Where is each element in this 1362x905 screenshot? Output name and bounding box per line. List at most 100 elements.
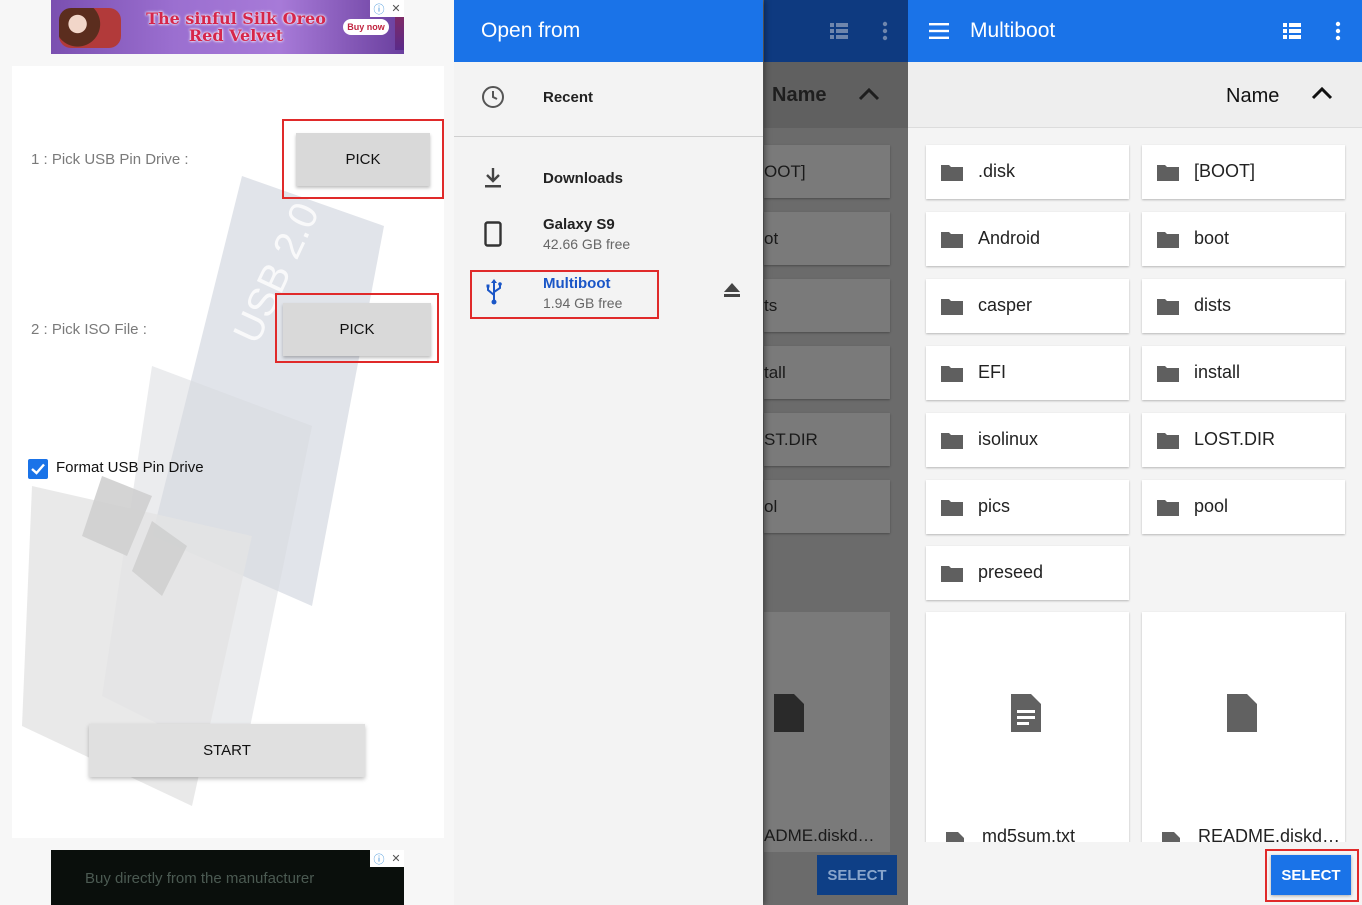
top-ad-banner[interactable]: The sinful Silk Oreo Red Velvet Buy now … [51, 0, 404, 54]
bottom-ad-text: Buy directly from the manufacturer [85, 870, 315, 887]
highlight-pick-usb [282, 119, 444, 199]
dimmed-file-name: ADME.diskd… [764, 826, 875, 845]
folder-name: casper [978, 295, 1033, 315]
eject-icon[interactable] [724, 283, 740, 297]
folder-icon [941, 566, 963, 582]
app-card: USB 2.0 1 : Pick USB Pin Drive : PICK 2 … [12, 66, 444, 838]
folder-item[interactable]: casper [926, 279, 1129, 333]
folder-name: LOST.DIR [1194, 429, 1276, 449]
folder-icon [941, 500, 963, 516]
dimmed-item-text: tall [764, 363, 786, 382]
ad-product-image [59, 8, 121, 48]
ad-controls[interactable]: ⓘ ✕ [370, 0, 404, 17]
download-icon [485, 168, 501, 188]
folder-icon [941, 232, 963, 248]
drawer-item-subtitle: 42.66 GB free [543, 236, 631, 252]
folder-name: install [1194, 362, 1241, 382]
folder-name: .disk [978, 161, 1016, 181]
folder-item[interactable]: Android [926, 212, 1129, 266]
browser-toolbar: Multiboot [908, 0, 1362, 62]
file-item[interactable]: md5sum.txt [926, 612, 1129, 852]
dimmed-item-text: ts [764, 296, 778, 315]
folder-name: EFI [978, 362, 1007, 382]
folder-item[interactable]: LOST.DIR [1142, 413, 1345, 467]
folder-name: pics [978, 496, 1011, 516]
folder-item[interactable]: isolinux [926, 413, 1129, 467]
dimmed-file-card: ADME.diskd… [764, 612, 890, 852]
format-label: Format USB Pin Drive [56, 459, 204, 476]
folder-icon [941, 299, 963, 315]
folder-item[interactable]: dists [1142, 279, 1345, 333]
text-file-icon [1011, 694, 1041, 732]
ad-buy-button[interactable]: Buy now [343, 19, 389, 35]
dimmed-item-text: OOT] [764, 162, 806, 181]
folder-icon [941, 366, 963, 382]
drawer-item-label: Recent [543, 89, 594, 106]
drawer-item-downloads[interactable]: Downloads [454, 146, 763, 206]
folder-icon [1157, 500, 1179, 516]
dimmed-card [764, 279, 890, 332]
drawer-item-recent[interactable]: Recent [454, 62, 763, 136]
format-checkbox[interactable] [28, 459, 48, 479]
folder-name: [BOOT] [1194, 161, 1256, 181]
folder-item[interactable]: .disk [926, 145, 1129, 199]
dimmed-item-text: ST.DIR [764, 430, 818, 449]
dimmed-sort-label: Name [772, 84, 827, 106]
folder-item[interactable]: [BOOT] [1142, 145, 1345, 199]
folder-item[interactable]: preseed [926, 546, 1129, 600]
step2-label: 2 : Pick ISO File : [31, 321, 147, 338]
ad-close-icon[interactable]: ✕ [391, 2, 400, 15]
file-item[interactable]: README.diskd… [1142, 612, 1345, 852]
bottom-ad-banner[interactable]: Buy directly from the manufacturer ⓘ ✕ [51, 850, 404, 905]
sort-bar [908, 62, 1362, 128]
folder-name: Android [978, 228, 1041, 248]
folder-name: dists [1194, 295, 1232, 315]
bottom-ad-info-icon[interactable]: ⓘ [373, 851, 384, 867]
drawer-item-galaxy-s9[interactable]: Galaxy S9 42.66 GB free [454, 206, 763, 266]
highlight-multiboot [470, 270, 659, 319]
file-browser-panel: Multiboot Name .disk [BOOT] Android boot [908, 0, 1362, 905]
drawer-item-label: Galaxy S9 [543, 216, 615, 233]
folder-icon [941, 165, 963, 181]
folder-icon [1157, 366, 1179, 382]
highlight-pick-iso [275, 293, 439, 363]
drawer-header: Open from [454, 0, 763, 62]
dimmed-item-text: ol [764, 497, 778, 516]
clock-icon [482, 86, 504, 108]
more-options-icon[interactable] [1335, 21, 1341, 41]
dimmed-toolbar [764, 0, 908, 62]
dimmed-chevron-up-icon [858, 87, 880, 101]
app-panel: The sinful Silk Oreo Red Velvet Buy now … [0, 0, 454, 905]
folder-icon [1157, 299, 1179, 315]
drawer-divider [454, 136, 763, 137]
drawer-item-label: Downloads [543, 170, 624, 187]
menu-icon[interactable] [929, 23, 949, 39]
browser-title: Multiboot [970, 19, 1056, 42]
file-icon [1227, 694, 1257, 732]
folder-name: boot [1194, 228, 1230, 248]
dimmed-item-text: ot [764, 229, 779, 248]
picker-drawer-panel: Name OOT] ot ts tall ST.DIR ol ADME.disk… [454, 0, 908, 905]
folder-item[interactable]: EFI [926, 346, 1129, 400]
bottom-ad-close-icon[interactable]: ✕ [391, 852, 400, 865]
phone-icon [484, 221, 502, 247]
folder-item[interactable]: pool [1142, 480, 1345, 534]
ad-info-icon[interactable]: ⓘ [373, 1, 384, 17]
folder-icon [1157, 165, 1179, 181]
folder-icon [941, 433, 963, 449]
folder-item[interactable]: boot [1142, 212, 1345, 266]
chevron-up-icon[interactable] [1311, 86, 1333, 100]
screen: The sinful Silk Oreo Red Velvet Buy now … [0, 0, 1362, 905]
list-view-icon [830, 23, 848, 39]
folder-item[interactable]: pics [926, 480, 1129, 534]
drawer-title: Open from [481, 19, 581, 42]
list-view-icon[interactable] [1283, 23, 1301, 39]
bottom-ad-controls[interactable]: ⓘ ✕ [370, 850, 404, 867]
folder-name: isolinux [978, 429, 1039, 449]
start-button[interactable]: START [89, 724, 365, 777]
ad-headline: The sinful Silk Oreo Red Velvet [146, 9, 326, 45]
sort-label[interactable]: Name [1226, 85, 1279, 108]
folder-icon [1157, 232, 1179, 248]
folder-item[interactable]: install [1142, 346, 1345, 400]
folder-icon [1157, 433, 1179, 449]
